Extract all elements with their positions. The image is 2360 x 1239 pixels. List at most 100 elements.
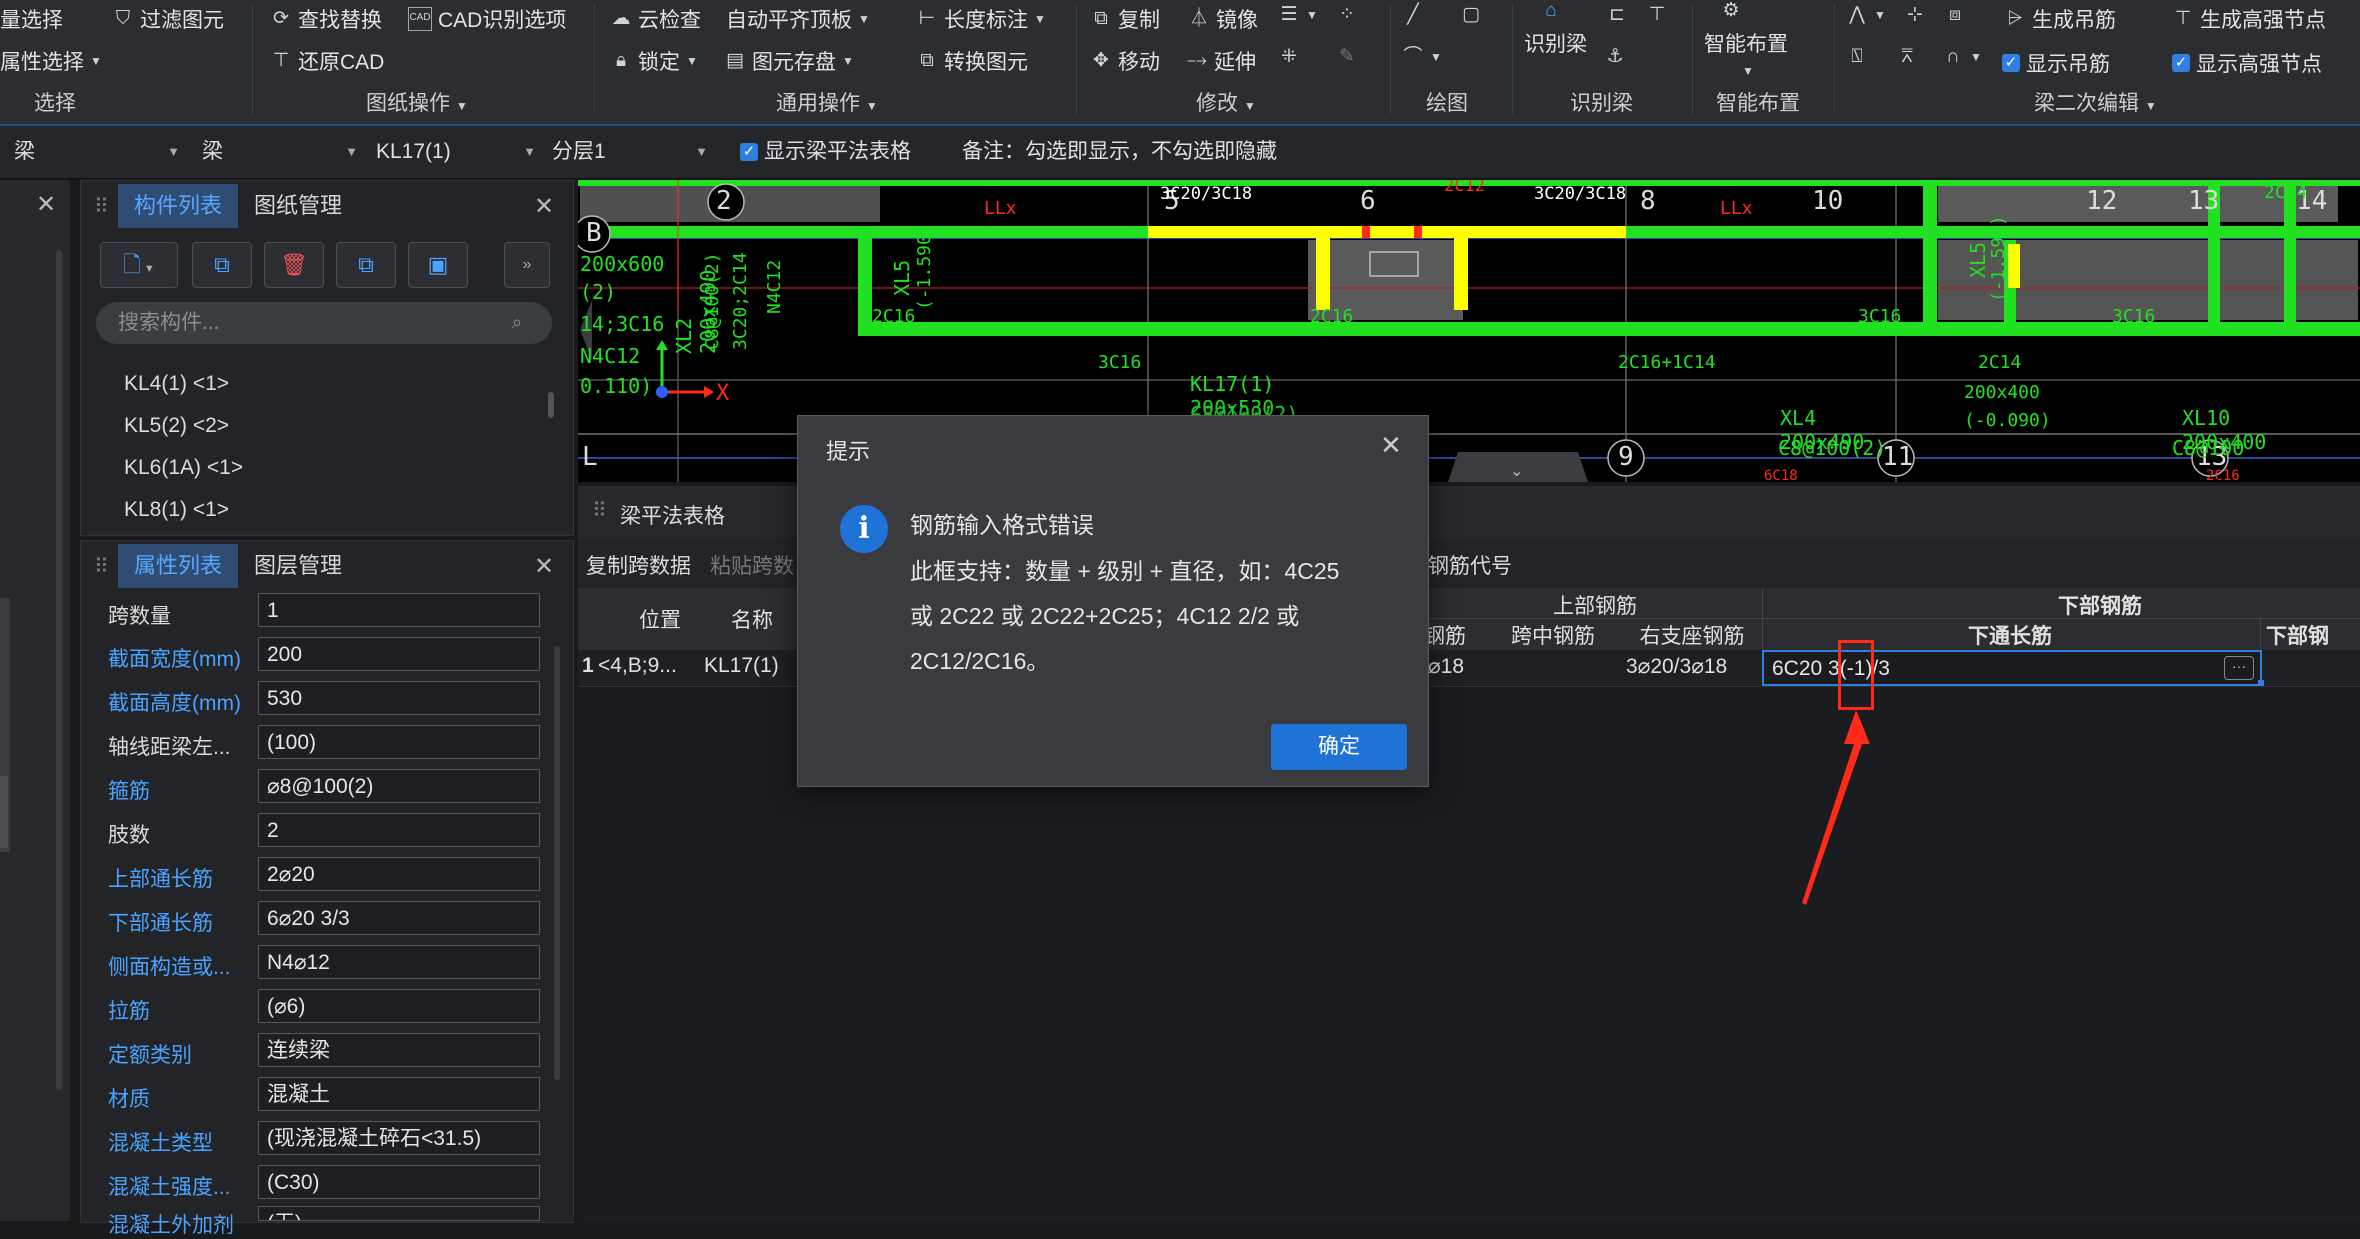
paste-span-data-button[interactable]: 粘贴跨数 [710,550,794,580]
prop-select-button[interactable]: 属性选择 ▼ [0,46,102,76]
length-mark-button[interactable]: ⊢ 长度标注 ▼ [916,4,1046,34]
cell-name[interactable]: KL17(1) [704,654,779,678]
component-select[interactable]: KL17(1) ▼ [376,136,540,168]
elem-save-button[interactable]: ▤ 图元存盘 ▼ [724,46,854,76]
more-options-icon[interactable]: ··· [2224,656,2254,680]
prop-value-top-through[interactable]: 2⌀20 [258,857,540,891]
prop-value-concrete-type[interactable]: (现浇混凝土碎石<31.5) [258,1121,540,1155]
prop-value-admixture[interactable]: (无) [258,1206,540,1221]
cell-left-support[interactable]: ⌀18 [1428,654,1464,679]
component-search-input[interactable]: 搜索构件... [96,302,552,344]
smart-layout-button[interactable]: 智能布置 [1704,28,1788,58]
element-sub-select[interactable]: 梁 ▼ [202,136,362,168]
line-draw-button[interactable]: ╱ [1402,4,1424,26]
list-item[interactable]: KL6(1A) <1> [124,456,243,480]
drag-handle-icon[interactable]: ⠿ [94,194,109,219]
copy-button[interactable]: ⧉ 复制 [1090,4,1160,34]
more-button[interactable]: » [504,242,550,288]
extend-button[interactable]: ⤍ 延伸 [1186,46,1256,76]
recognize-tool-1-button[interactable]: ⊏ [1606,4,1628,26]
recognize-beam-button[interactable]: 识别梁 [1524,28,1587,58]
move-button[interactable]: ✥ 移动 [1090,46,1160,76]
beam-tool-1-button[interactable]: ⋀ ▼ [1846,4,1886,26]
list-item[interactable]: KL5(2) <2> [124,414,229,438]
close-icon[interactable]: ✕ [36,190,56,219]
show-table-checkbox[interactable]: ✓ 显示梁平法表格 [740,136,911,168]
beam-tool-6-button[interactable]: ∩ ▼ [1942,46,1982,68]
show-high-node-checkbox[interactable]: ✓ 显示高强节点 [2172,48,2322,78]
beam-tool-5-button[interactable]: ⩞ [1896,46,1918,68]
gen-hanger-button[interactable]: ⩥ 生成吊筋 [2004,4,2116,34]
edit-button[interactable]: ✎ [1336,46,1358,68]
align-button[interactable]: ☰ ▼ [1278,4,1318,26]
smart-layout-dropdown[interactable]: ▼ [1742,60,1754,82]
close-icon[interactable]: ✕ [534,192,554,221]
selected-beam[interactable] [1148,226,1626,238]
lock-button[interactable]: 🔒︎ 锁定 ▼ [610,46,698,76]
layer-select[interactable]: 分层1 ▼ [552,136,712,168]
rect-draw-button[interactable]: ▢ [1460,4,1482,26]
element-type-select[interactable]: 梁 ▼ [14,136,184,168]
prop-value-material[interactable]: 混凝土 [258,1077,540,1111]
ok-button[interactable]: 确定 [1271,724,1407,770]
tab-drawing-management[interactable]: 图纸管理 [254,184,342,228]
mirror-button[interactable]: ⏃ 镜像 [1188,4,1258,34]
list-item[interactable]: KL8(1) <1> [124,498,229,522]
beam-tool-2-button[interactable]: ⊹ [1904,4,1926,26]
restore-cad-button[interactable]: ⊤ 还原CAD [270,46,385,76]
group-label-general-ops[interactable]: 通用操作 ▼ [776,87,878,117]
filter-elem-button[interactable]: ⛉ 过滤图元 [112,4,224,34]
prop-value-section-height[interactable]: 530 [258,681,540,715]
find-replace-button[interactable]: ⟳ 查找替换 [270,4,382,34]
cloud-check-button[interactable]: ☁ 云检查 [610,4,702,34]
array-button[interactable]: ⁘ [1336,4,1358,26]
recognize-tool-3-button[interactable]: ⚓︎ [1604,46,1626,68]
tab-property-list[interactable]: 属性列表 [118,544,239,588]
new-component-button[interactable]: 🗋︎ ▼ [100,242,178,288]
delete-component-button[interactable]: 🗑︎ [264,242,324,288]
save-component-button[interactable]: ▣ [408,242,468,288]
bottom-through-input[interactable]: 6C20 3(-1)/3 ··· [1762,650,2262,686]
group-label-drawing-ops[interactable]: 图纸操作 ▼ [366,87,468,117]
cell-position[interactable]: <4,B;9... [598,654,677,678]
recognize-tool-2-button[interactable]: ⊤ [1646,4,1668,26]
batch-select-button[interactable]: 量选择 [0,4,63,34]
copy-span-data-button[interactable]: 复制跨数据 [586,550,691,580]
scrollbar[interactable] [548,392,554,418]
prop-value-span-count[interactable]: 1 [258,593,540,627]
beam-tool-3-button[interactable]: ⧈ [1944,4,1966,26]
auto-level-top-button[interactable]: 自动平齐顶板 ▼ [726,4,870,34]
scrollbar[interactable] [56,250,62,1090]
break-button[interactable]: ⁜ [1278,46,1300,68]
convert-elem-button[interactable]: ⧉ 转换图元 [916,46,1028,76]
prop-value-section-width[interactable]: 200 [258,637,540,671]
group-label-beam-secondary-edit[interactable]: 梁二次编辑 ▼ [2034,87,2157,117]
prop-value-side-rebar[interactable]: N4⌀12 [258,945,540,979]
drag-handle-icon[interactable]: ⠿ [592,498,607,523]
group-label-modify[interactable]: 修改 ▼ [1196,87,1256,117]
cell-right-support[interactable]: 3⌀20/3⌀18 [1626,654,1727,679]
cad-options-button[interactable]: CAD CAD识别选项 [408,4,566,34]
list-item[interactable]: KL4(1) <1> [124,372,229,396]
gen-high-node-button[interactable]: ⊤ 生成高强节点 [2172,4,2326,34]
rebar-code-button[interactable]: 钢筋代号 [1428,550,1512,580]
prop-value-axis-offset[interactable]: (100) [258,725,540,759]
search-icon[interactable]: ⌕ [512,312,522,333]
scrollbar[interactable] [554,646,560,1080]
close-icon[interactable]: ✕ [534,552,554,581]
arc-draw-button[interactable]: ⌒ ▼ [1402,46,1442,68]
prop-value-quota-type[interactable]: 连续梁 [258,1033,540,1067]
close-icon[interactable]: ✕ [1380,430,1402,461]
drag-handle-icon[interactable]: ⠿ [94,554,109,579]
prop-value-bottom-through[interactable]: 6⌀20 3/3 [258,901,540,935]
tab-layer-management[interactable]: 图层管理 [254,544,342,588]
resize-handle[interactable] [2258,680,2264,686]
prop-value-concrete-strength[interactable]: (C30) [258,1165,540,1199]
copy-layer-button[interactable]: ⧉ [336,242,396,288]
show-hanger-checkbox[interactable]: ✓ 显示吊筋 [2002,48,2110,78]
prop-value-stirrup[interactable]: ⌀8@100(2) [258,769,540,803]
tab-component-list[interactable]: 构件列表 [118,184,239,228]
prop-value-tie[interactable]: (⌀6) [258,989,540,1023]
beam-tool-4-button[interactable]: ⍂ [1846,46,1868,68]
prop-value-legs[interactable]: 2 [258,813,540,847]
